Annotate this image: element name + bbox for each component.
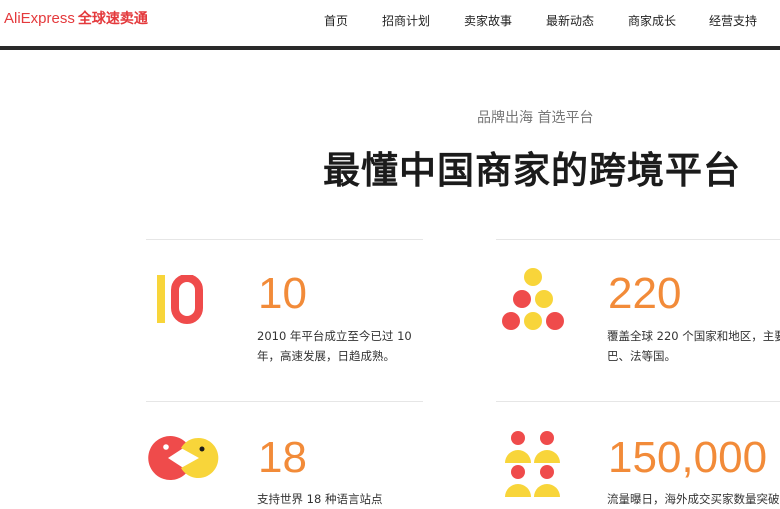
nav-item-recruit-plan[interactable]: 招商计划: [382, 12, 430, 29]
nav-item-merchant-growth[interactable]: 商家成长: [628, 12, 676, 29]
stat-divider: [496, 401, 780, 402]
stat-number: 10: [258, 269, 307, 318]
stat-divider: [496, 239, 780, 240]
stat-description: 2010 年平台成立至今已过 10 年，高速发展，日趋成熟。: [257, 329, 412, 363]
logo-cn-text: 全球速卖通: [77, 11, 148, 27]
chat-pacman-icon: [146, 434, 222, 486]
people-icon: [503, 430, 565, 504]
ten-years-icon: [155, 274, 210, 329]
nav-item-latest-news[interactable]: 最新动态: [546, 12, 594, 29]
stat-description: 支持世界 18 种语言站点: [257, 492, 383, 506]
stat-number: 220: [608, 269, 682, 318]
logo-text: AliExpress: [4, 10, 75, 27]
stat-description: 覆盖全球 220 个国家和地区，主要巴、法等国。: [607, 329, 780, 363]
header-divider-bar: [0, 46, 780, 50]
stat-number: 150,000: [608, 433, 768, 482]
stat-description: 流量曝日，海外成交买家数量突破: [607, 492, 780, 506]
nav-item-business-support[interactable]: 经营支持: [709, 12, 757, 29]
stat-number: 18: [258, 433, 307, 482]
aliexpress-logo[interactable]: AliExpress 全球速卖通: [4, 8, 148, 28]
stat-divider: [146, 401, 423, 402]
nav-item-home[interactable]: 首页: [324, 12, 348, 29]
hero-subtitle: 品牌出海 首选平台: [477, 110, 594, 126]
nav-item-seller-stories[interactable]: 卖家故事: [464, 12, 512, 29]
dots-pyramid-icon: [500, 267, 566, 337]
stat-divider: [146, 239, 423, 240]
hero-title: 最懂中国商家的跨境平台: [323, 149, 741, 192]
site-header: AliExpress 全球速卖通 首页 招商计划 卖家故事 最新动态 商家成长 …: [0, 0, 780, 46]
